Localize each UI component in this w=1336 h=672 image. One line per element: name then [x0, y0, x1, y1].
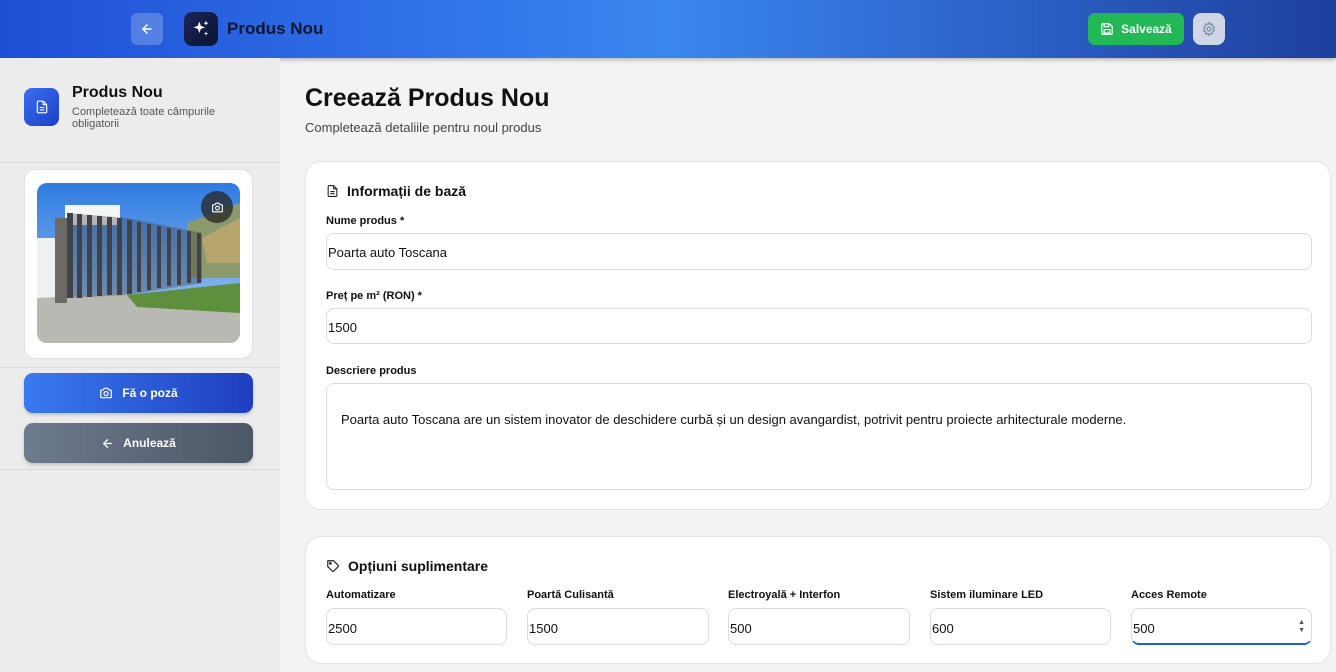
sidebar-icon [24, 88, 59, 126]
option-label-automatizare: Automatizare [326, 589, 396, 601]
option-input-electroyala-interfon[interactable]: 500 [728, 608, 910, 645]
take-photo-button[interactable]: Fă o poză [24, 373, 253, 413]
option-input-automatizare[interactable]: 2500 [326, 608, 507, 645]
settings-button[interactable] [1193, 13, 1225, 45]
option-value: 1500 [529, 621, 558, 636]
top-bar: Produs Nou Salvează [0, 0, 1336, 58]
number-stepper[interactable]: ▲ ▼ [1298, 619, 1305, 634]
sparkles-icon [193, 20, 209, 36]
basic-info-title: Informații de bază [347, 183, 467, 199]
gear-icon [1203, 21, 1215, 37]
description-value: Poarta auto Toscana are un sistem inovat… [341, 412, 1127, 427]
product-name-value: Poarta auto Toscana [328, 245, 448, 260]
option-input-acces-remote[interactable]: 500 ▲ ▼ [1131, 608, 1312, 645]
extra-options-header: Opțiuni suplimentare [326, 558, 488, 574]
option-label-electroyala-interfon: Electroyală + Interfon [728, 589, 841, 601]
document-icon [327, 185, 338, 197]
basic-info-card: Informații de bază Nume produs * Poarta … [305, 161, 1331, 510]
page-subtitle: Completează detaliile pentru noul produs [305, 120, 542, 135]
option-value: 2500 [328, 621, 357, 636]
sidebar-header: Produs Nou Completează toate câmpurile o… [0, 58, 280, 163]
product-name-input[interactable]: Poarta auto Toscana [326, 233, 1312, 270]
sidebar-divider [0, 367, 280, 368]
option-value: 500 [1133, 621, 1155, 636]
sidebar-divider [0, 469, 280, 470]
price-input[interactable]: 1500 [326, 308, 1312, 344]
price-value: 1500 [328, 320, 357, 335]
option-label-iluminare-led: Sistem iluminare LED [930, 589, 1044, 601]
option-input-iluminare-led[interactable]: 600 [930, 608, 1111, 645]
app-logo [184, 12, 218, 46]
save-button-label: Salvează [1121, 22, 1172, 36]
option-value: 600 [932, 621, 954, 636]
stepper-up-icon[interactable]: ▲ [1298, 619, 1305, 626]
app-title: Produs Nou [227, 19, 324, 38]
extra-options-card: Opțiuni suplimentare Automatizare 2500 P… [305, 536, 1331, 664]
save-button[interactable]: Salvează [1088, 13, 1184, 45]
camera-icon [100, 387, 113, 399]
take-photo-label: Fă o poză [122, 386, 178, 400]
change-photo-button[interactable] [201, 191, 233, 223]
camera-icon [211, 202, 223, 212]
option-value: 500 [730, 621, 752, 636]
floppy-disk-icon [1101, 23, 1113, 35]
description-textarea[interactable]: Poarta auto Toscana are un sistem inovat… [326, 383, 1312, 490]
tag-icon [327, 560, 339, 572]
page-title: Creează Produs Nou [305, 84, 550, 112]
arrow-left-icon [142, 24, 152, 34]
option-label-acces-remote: Acces Remote [1131, 589, 1207, 601]
sidebar-title: Produs Nou [72, 84, 163, 101]
sidebar-subtitle: Completează toate câmpurile obligatorii [72, 106, 216, 130]
option-input-poarta-culisanta[interactable]: 1500 [527, 608, 709, 645]
basic-info-header: Informații de bază [326, 183, 466, 199]
sidebar: Produs Nou Completează toate câmpurile o… [0, 58, 280, 672]
option-label-poarta-culisanta: Poartă Culisantă [527, 589, 614, 601]
cancel-label: Anulează [123, 436, 176, 450]
cancel-button[interactable]: Anulează [24, 423, 253, 463]
document-icon [36, 100, 47, 114]
extra-options-title: Opțiuni suplimentare [348, 558, 489, 574]
description-label: Descriere produs [326, 365, 417, 377]
back-button[interactable] [131, 13, 163, 45]
stepper-down-icon[interactable]: ▼ [1298, 627, 1305, 634]
product-name-label: Nume produs * [326, 215, 405, 227]
arrow-left-icon [103, 438, 113, 448]
price-label: Preț pe m² (RON) * [326, 290, 422, 302]
